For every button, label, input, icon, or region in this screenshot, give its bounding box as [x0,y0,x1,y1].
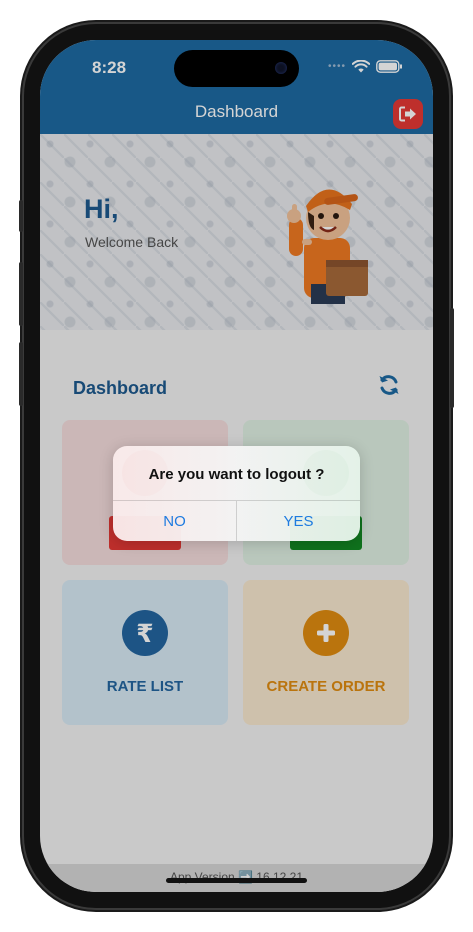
dialog-no-button[interactable]: NO [113,501,236,541]
power-button [450,308,454,408]
app-screen: 8:28 •••• Dashboard Hi, Welcome Back Das… [40,40,433,892]
silent-switch [19,200,23,232]
phone-frame: 8:28 •••• Dashboard Hi, Welcome Back Das… [19,24,454,908]
home-indicator[interactable] [166,878,307,883]
volume-down-button [19,342,23,406]
dialog-message: Are you want to logout ? [148,466,325,483]
dialog-yes-button[interactable]: YES [237,501,360,541]
volume-up-button [19,262,23,326]
logout-confirm-dialog: Are you want to logout ? NO YES [113,446,360,541]
